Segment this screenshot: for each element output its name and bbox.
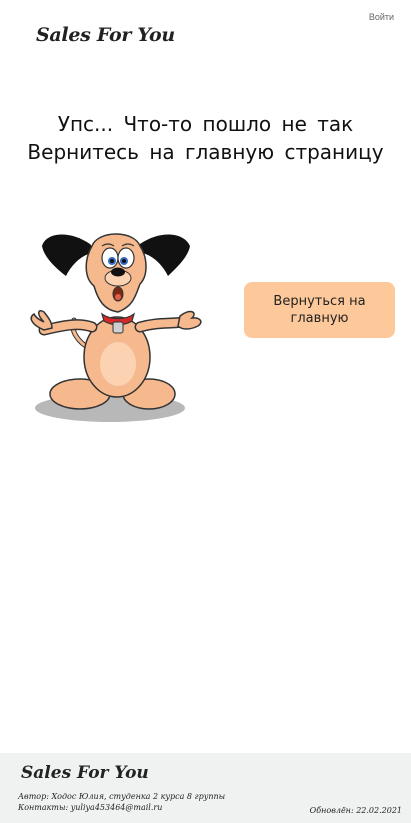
error-message: Упс... Что-то пошло не так Вернитесь на …	[0, 110, 411, 166]
error-line-1: Упс... Что-то пошло не так	[57, 112, 354, 136]
dog-tag	[112, 321, 124, 334]
dog-nose	[111, 267, 125, 277]
dog-right-hand	[177, 310, 202, 330]
back-to-home-button[interactable]: Вернуться на главную	[244, 282, 395, 338]
error-line-2: Вернитесь на главную страницу	[27, 140, 384, 164]
dog-left-hand	[30, 310, 53, 331]
footer-updated-date: Обновлён: 22.02.2021	[309, 806, 402, 815]
footer: Sales For You Автор: Ходос Юлия, студенк…	[0, 753, 411, 823]
login-link[interactable]: Войти	[369, 12, 394, 22]
footer-logo[interactable]: Sales For You	[21, 763, 149, 783]
footer-contacts: Контакты: yuliya453464@mail.ru	[18, 803, 163, 812]
site-logo[interactable]: Sales For You	[36, 24, 175, 46]
footer-author: Автор: Ходос Юлия, студенка 2 курса 8 гр…	[18, 792, 226, 801]
cartoon-dog-icon	[30, 233, 202, 422]
